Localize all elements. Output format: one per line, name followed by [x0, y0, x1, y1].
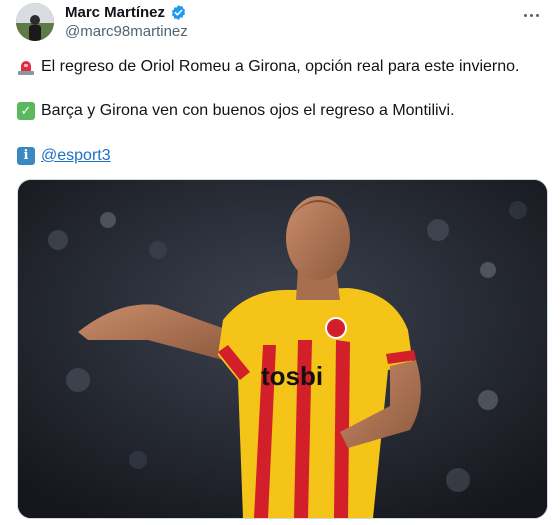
author-display-name[interactable]: Marc Martínez [65, 4, 165, 21]
tweet-text-1: El regreso de Oriol Romeu a Girona, opci… [41, 58, 520, 75]
police-siren-icon [17, 58, 35, 76]
tweet-text-2: Barça y Girona ven con buenos ojos el re… [41, 102, 455, 119]
tweet-text-line-3: i @esport3 [17, 146, 111, 166]
more-options-icon[interactable] [520, 6, 542, 24]
mention-link[interactable]: @esport3 [41, 146, 111, 166]
verified-badge-icon [170, 4, 187, 21]
information-icon: i [17, 147, 35, 165]
jersey-sponsor-text: tosbi [261, 361, 323, 391]
tweet-card: Marc Martínez @marc98martinez El regreso… [0, 0, 560, 525]
tweet-media-image[interactable]: tosbi [17, 179, 548, 519]
tweet-text-line-2: ✓ Barça y Girona ven con buenos ojos el … [17, 101, 455, 121]
author-handle[interactable]: @marc98martinez [65, 23, 188, 40]
avatar[interactable] [16, 3, 54, 41]
author-name-row[interactable]: Marc Martínez [65, 4, 187, 21]
check-mark-icon: ✓ [17, 102, 35, 120]
tweet-text-line-1: El regreso de Oriol Romeu a Girona, opci… [17, 57, 519, 77]
